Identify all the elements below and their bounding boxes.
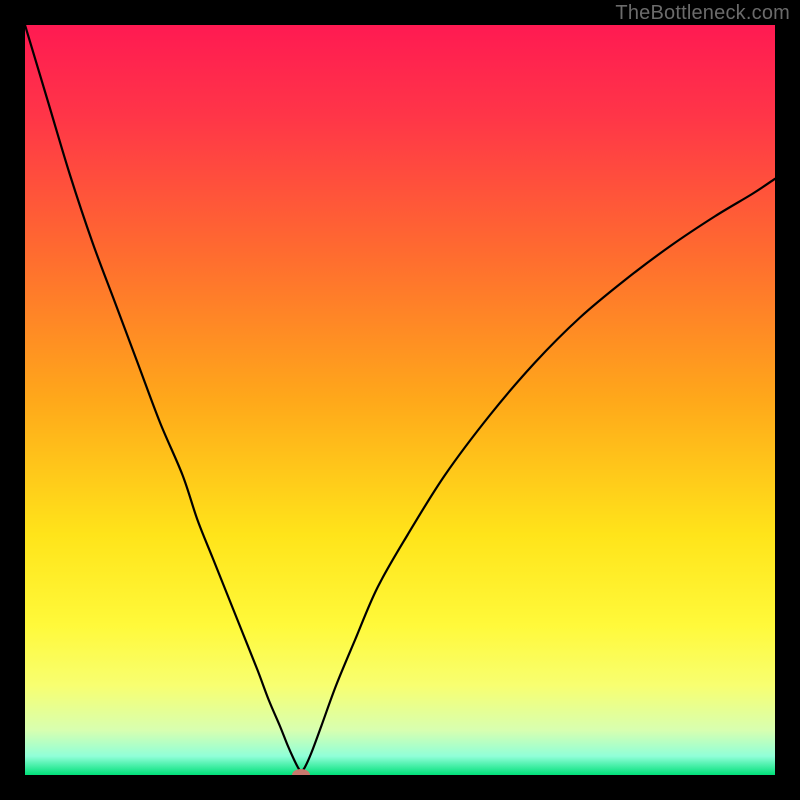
plot-area (25, 25, 775, 775)
gradient-background (25, 25, 775, 775)
chart-frame: TheBottleneck.com (0, 0, 800, 800)
bottleneck-chart (25, 25, 775, 775)
watermark-text: TheBottleneck.com (615, 2, 790, 25)
